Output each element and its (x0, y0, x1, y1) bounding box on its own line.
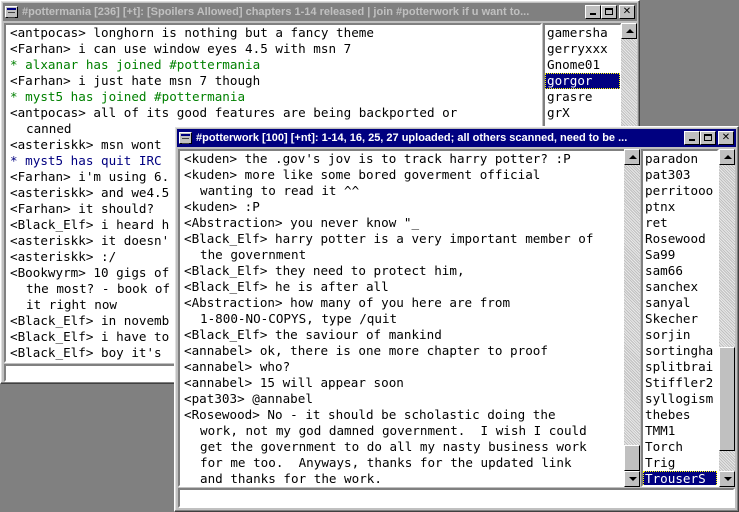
chat-line: <kuden> the .gov's jov is to track harry… (184, 151, 571, 166)
chat-line: <Black_Elf> he is after all (184, 279, 389, 294)
nick-item[interactable]: pat303 (643, 167, 717, 183)
scroll-thumb[interactable] (624, 445, 640, 471)
close-button[interactable] (619, 5, 635, 19)
close-button[interactable] (718, 131, 734, 145)
nick-item[interactable]: paradon (643, 151, 717, 167)
down-arrow-icon (629, 477, 637, 481)
chat-line: <annabel> 15 will appear soon (184, 375, 404, 390)
nick-item[interactable]: TMM1 (643, 423, 717, 439)
chat-line: <Abstraction> how many of you here are f… (184, 295, 511, 310)
pottermania-titlebar[interactable]: #pottermania [236] [+t]: [Spoilers Allow… (3, 3, 637, 21)
potterwork-window[interactable]: #potterwork [100] [+nt]: 1-14, 16, 25, 2… (174, 126, 739, 512)
nick-item[interactable]: sortingha (643, 343, 717, 359)
chat-line: <annabel> who? (184, 359, 291, 374)
chat-line: <antpocas> longhorn is nothing but a fan… (10, 25, 374, 40)
chat-line: get the government to do all my nasty bu… (200, 439, 587, 454)
nick-item[interactable]: thebes (643, 407, 717, 423)
nick-item[interactable]: splitbrai (643, 359, 717, 375)
chat-line: and thanks for the work. (200, 471, 382, 486)
potterwork-chat-scrollbar[interactable] (624, 149, 640, 487)
scroll-thumb[interactable] (719, 346, 735, 451)
potterwork-input[interactable] (178, 488, 735, 508)
up-arrow-icon (724, 155, 732, 159)
nick-item[interactable]: syllogism (643, 391, 717, 407)
potterwork-title: #potterwork [100] [+nt]: 1-14, 16, 25, 2… (196, 132, 628, 144)
chat-line: 1-800-NO-COPYS, type /quit (200, 311, 398, 326)
channel-window-icon[interactable] (5, 6, 18, 18)
nick-item[interactable]: Trig (643, 455, 717, 471)
nick-item[interactable]: Skecher (643, 311, 717, 327)
potterwork-nick-list[interactable]: paradon pat303 perritooo ptnx ret Rosewood Sa9… (641, 149, 719, 487)
scroll-up-button[interactable] (719, 149, 735, 165)
scroll-up-button[interactable] (624, 149, 640, 165)
scroll-up-button[interactable] (621, 23, 637, 39)
potterwork-nick-scrollbar[interactable] (719, 149, 735, 487)
up-arrow-icon (629, 155, 637, 159)
chat-line: <Black_Elf> the saviour of mankind (184, 327, 442, 342)
minimize-button[interactable] (684, 131, 700, 145)
chat-line: <Black_Elf> harry potter is a very impor… (184, 231, 594, 246)
chat-line: <Farhan> i just hate msn 7 though (10, 73, 261, 88)
nick-item[interactable]: grasre (545, 89, 620, 105)
chat-line: <kuden> more like some bored goverment o… (184, 167, 541, 182)
chat-line: <Farhan> i can use window eyes 4.5 with … (10, 41, 352, 56)
scroll-down-button[interactable] (624, 471, 640, 487)
nick-item[interactable]: Gnome01 (545, 57, 620, 73)
nick-item[interactable]: sanchex (643, 279, 717, 295)
nick-item[interactable]: perritooo (643, 183, 717, 199)
chat-line: <antpocas> all of its good features are … (10, 105, 458, 120)
chat-line: <Abstraction> you never know "_ (184, 215, 420, 230)
nick-item[interactable]: sorjin (643, 327, 717, 343)
chat-line: the government (200, 247, 307, 262)
nick-item[interactable]: grX (545, 105, 620, 121)
chat-line: wanting to read it ^^ (200, 183, 360, 198)
minimize-button[interactable] (585, 5, 601, 19)
chat-line: * alxanar has joined #pottermania (10, 57, 261, 72)
nick-item[interactable]: Rosewood (643, 231, 717, 247)
chat-line: <kuden> :P (184, 199, 260, 214)
chat-line: <Rosewood> No - it should be scholastic … (184, 407, 556, 422)
nick-item[interactable]: gerryxxx (545, 41, 620, 57)
nick-item[interactable]: sam66 (643, 263, 717, 279)
channel-window-icon[interactable] (179, 132, 192, 144)
maximize-button[interactable] (700, 131, 716, 145)
nick-item[interactable]: TrouserS (643, 471, 717, 485)
nick-item[interactable]: gorgor (545, 73, 620, 89)
maximize-button[interactable] (601, 5, 617, 19)
nick-item[interactable]: ret (643, 215, 717, 231)
pottermania-title: #pottermania [236] [+t]: [Spoilers Allow… (22, 6, 530, 18)
nick-item[interactable]: sanyal (643, 295, 717, 311)
nick-item[interactable]: ptnx (643, 199, 717, 215)
chat-line: for me too. Anyways, thanks for the upda… (200, 455, 572, 470)
potterwork-titlebar[interactable]: #potterwork [100] [+nt]: 1-14, 16, 25, 2… (177, 129, 736, 147)
chat-line: <Black_Elf> they need to protect him, (184, 263, 465, 278)
nick-item[interactable]: Sa99 (643, 247, 717, 263)
up-arrow-icon (626, 29, 634, 33)
chat-line: <annabel> ok, there is one more chapter … (184, 343, 548, 358)
scroll-down-button[interactable] (719, 471, 735, 487)
nick-item[interactable]: gamersha (545, 25, 620, 41)
down-arrow-icon (724, 477, 732, 481)
nick-item[interactable]: Torch (643, 439, 717, 455)
potterwork-chat-log[interactable]: <kuden> the .gov's jov is to track harry… (178, 149, 640, 487)
chat-line: work, not my god damned government. I wi… (200, 423, 587, 438)
chat-line: * myst5 has joined #pottermania (10, 89, 246, 104)
chat-line: <pat303> @annabel (184, 391, 313, 406)
nick-item[interactable]: Stiffler2 (643, 375, 717, 391)
